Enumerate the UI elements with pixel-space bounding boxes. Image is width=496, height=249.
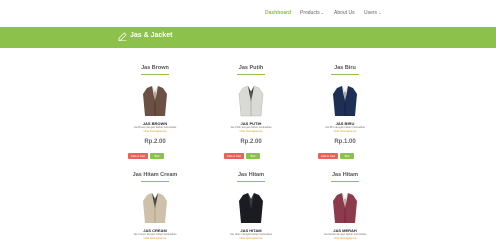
add-to-cart-button[interactable]: Add to Cart <box>128 153 148 159</box>
title-underline <box>331 74 359 75</box>
nav-item-label: Products <box>300 10 320 16</box>
buy-button[interactable]: Beli <box>246 153 260 159</box>
page-title: Jas & Jacket <box>130 32 173 39</box>
chevron-down-icon: ⌄ <box>320 10 325 15</box>
buy-button[interactable]: Beli <box>150 153 164 159</box>
edit-icon <box>118 32 127 41</box>
product-title: Jas Biru <box>334 65 356 71</box>
nav-item-products[interactable]: Products⌄ <box>300 10 324 16</box>
product-link[interactable]: Lihat Selengkapnya <box>315 130 375 133</box>
title-underline <box>237 181 265 182</box>
buy-button[interactable]: Beli <box>340 153 354 159</box>
add-to-cart-button[interactable]: Add to Cart <box>224 153 244 159</box>
chevron-down-icon: ⌄ <box>378 10 382 15</box>
jacket-image <box>143 193 167 223</box>
nav-item-about[interactable]: About Us <box>334 10 355 16</box>
jacket-image <box>333 86 357 116</box>
product-link[interactable]: Lihat Selengkapnya <box>221 237 281 240</box>
jacket-image <box>238 85 264 117</box>
product-description: Jas Biru dengan bahan berkualitas <box>325 126 365 129</box>
nav-item-users[interactable]: Users⌄ <box>364 10 381 16</box>
page-banner: Jas & Jacket <box>0 27 496 48</box>
jacket-image <box>239 193 263 223</box>
add-to-cart-button[interactable]: Add to Cart <box>318 153 338 159</box>
jacket-image <box>143 86 167 116</box>
product-price: Rp.1.00 <box>334 139 356 145</box>
product-title: Jas Hitam Cream <box>132 172 178 178</box>
product-description: Jas Putih dengan bahan berkualitas <box>230 126 272 129</box>
title-underline <box>141 74 169 75</box>
product-link[interactable]: Lihat Selengkapnya <box>221 130 281 133</box>
jacket-image <box>333 193 357 223</box>
product-price: Rp.2.00 <box>144 139 166 145</box>
product-title: Jas Hitam <box>238 172 264 178</box>
nav-item-label: Users <box>364 10 378 16</box>
product-price: Rp.2.00 <box>240 139 262 145</box>
nav-item-dashboard[interactable]: Dashboard <box>265 10 291 16</box>
title-underline <box>331 181 359 182</box>
top-navbar: Dashboard Products⌄ About Us Users⌄ <box>0 0 496 28</box>
product-link[interactable]: Lihat Selengkapnya <box>125 130 185 133</box>
product-description: Jas Merah dengan bahan berkualitas <box>323 233 367 236</box>
product-link[interactable]: Lihat Selengkapnya <box>125 237 185 240</box>
product-link[interactable]: Lihat Selengkapnya <box>315 237 375 240</box>
product-title: Jas Hitam <box>332 172 358 178</box>
product-title: Jas Brown <box>141 65 169 71</box>
product-description: Jas Brown dengan bahan berkualitas <box>133 126 177 129</box>
product-description: Jas Cream dengan bahan berkualitas <box>133 233 177 236</box>
title-underline <box>237 74 265 75</box>
product-title: Jas Putih <box>238 65 264 71</box>
title-underline <box>141 181 169 182</box>
product-description: Jas Hitam dengan bahan berkualitas <box>229 233 273 236</box>
